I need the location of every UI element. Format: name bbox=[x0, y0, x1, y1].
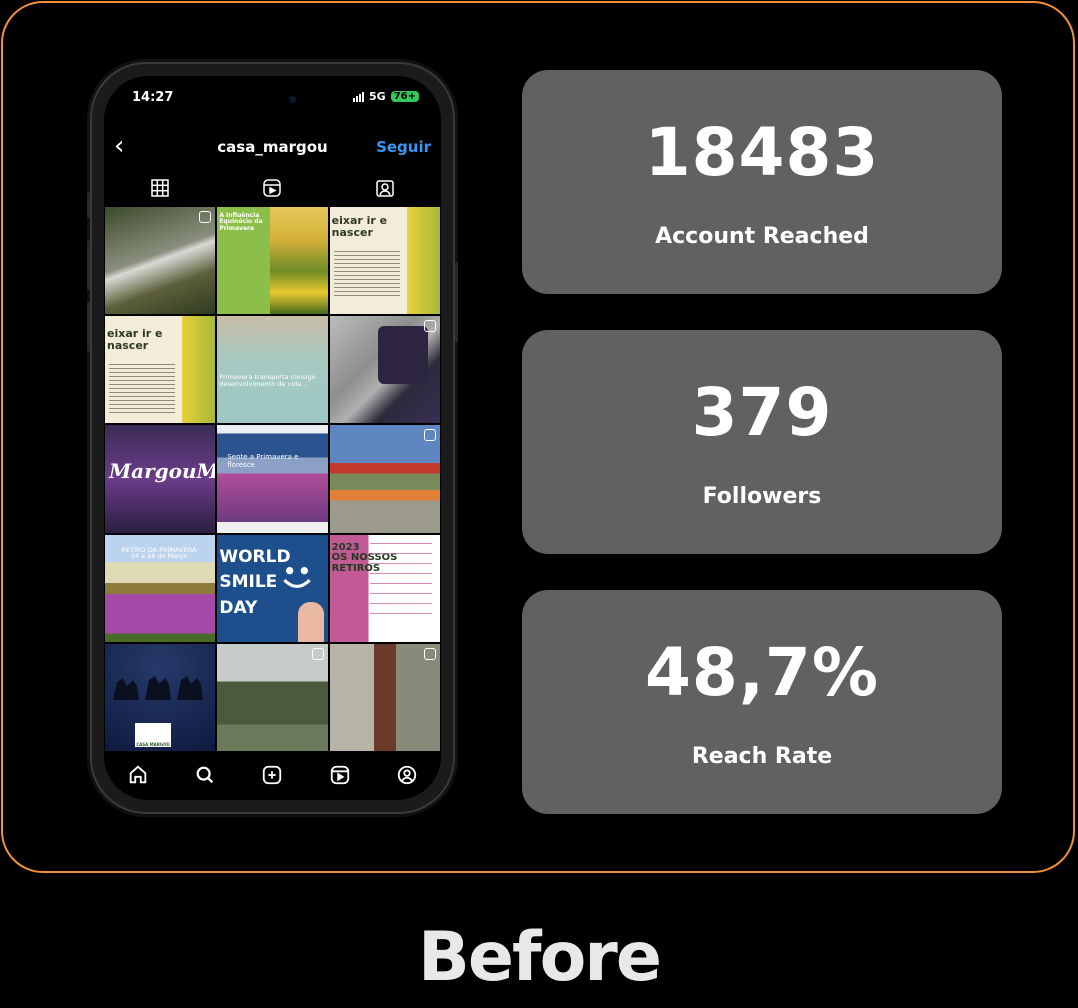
status-time: 14:27 bbox=[132, 90, 174, 105]
battery-icon: 76+ bbox=[390, 91, 419, 102]
post-caption: RETIRO DA PRIMAVERA 24 a 26 de Março bbox=[121, 545, 197, 561]
tagged-tab-icon[interactable] bbox=[375, 178, 395, 198]
post-tile[interactable]: Primavera transporta consigo desenvolvim… bbox=[217, 316, 328, 424]
stat-card-reach-rate: 48,7% Reach Rate bbox=[522, 590, 1002, 814]
smiley-icon bbox=[282, 566, 311, 588]
stat-card-account-reached: 18483 Account Reached bbox=[522, 70, 1002, 294]
post-tile[interactable] bbox=[329, 425, 440, 533]
post-caption: A Influência Equinócio da Primavera bbox=[219, 212, 263, 232]
phone-volume-up bbox=[87, 240, 90, 290]
profile-icon[interactable] bbox=[396, 764, 418, 786]
post-tile[interactable]: Sente a Primavera e floresce bbox=[217, 425, 328, 533]
post-caption: Sente a Primavera e floresce bbox=[227, 453, 299, 469]
post-tile[interactable]: eixar ir e nascer bbox=[329, 207, 440, 315]
post-tile[interactable]: 2023 OS NOSSOS RETIROS bbox=[329, 534, 440, 642]
stat-value: 18483 bbox=[644, 114, 880, 191]
before-caption: Before bbox=[418, 918, 662, 997]
post-tile[interactable] bbox=[329, 643, 440, 751]
phone-screen: 14:27 5G 76+ ‹ casa_margou Seguir A Infl… bbox=[104, 76, 441, 800]
profile-header: ‹ casa_margou Seguir bbox=[104, 132, 441, 162]
post-tile[interactable] bbox=[105, 207, 216, 315]
post-caption: CASA MARGOU bbox=[136, 741, 170, 747]
home-icon[interactable] bbox=[127, 764, 149, 786]
phone-power-button bbox=[455, 262, 458, 342]
phone-mockup: 14:27 5G 76+ ‹ casa_margou Seguir A Infl… bbox=[87, 62, 458, 814]
front-camera bbox=[289, 96, 296, 103]
stat-card-followers: 379 Followers bbox=[522, 330, 1002, 554]
reel-icon bbox=[424, 429, 436, 442]
reels-icon[interactable] bbox=[329, 764, 351, 786]
camels-icon bbox=[113, 675, 203, 700]
profile-tabs bbox=[104, 176, 441, 200]
stat-label: Followers bbox=[702, 484, 822, 509]
post-caption: eixar ir e nascer bbox=[331, 214, 388, 239]
reels-tab-icon[interactable] bbox=[262, 178, 282, 198]
post-caption: eixar ir e nascer bbox=[107, 327, 163, 352]
signal-icon bbox=[353, 91, 365, 102]
search-icon[interactable] bbox=[194, 764, 216, 786]
reel-icon bbox=[424, 320, 436, 333]
network-label: 5G bbox=[369, 90, 386, 103]
stat-value: 48,7% bbox=[645, 634, 879, 711]
reel-icon bbox=[199, 211, 212, 223]
post-caption: Primavera transporta consigo desenvolvim… bbox=[219, 373, 316, 388]
post-tile[interactable] bbox=[217, 643, 328, 751]
post-tile[interactable]: eixar ir e nascer bbox=[105, 316, 216, 424]
phone-side-button bbox=[87, 192, 90, 218]
post-tile[interactable]: RETIRO DA PRIMAVERA 24 a 26 de Março bbox=[105, 534, 216, 642]
phone-volume-down bbox=[87, 302, 90, 352]
post-tile[interactable]: CASA MARGOU bbox=[105, 643, 216, 751]
new-post-icon[interactable] bbox=[261, 764, 283, 786]
reel-icon bbox=[311, 647, 324, 660]
bottom-navigation bbox=[104, 760, 441, 790]
grid-tab-icon[interactable] bbox=[150, 178, 170, 198]
posts-grid: A Influência Equinócio da Primavera eixa… bbox=[105, 207, 440, 751]
post-tile[interactable]: MargouM bbox=[105, 425, 216, 533]
stat-label: Reach Rate bbox=[691, 744, 833, 769]
follow-button[interactable]: Seguir bbox=[376, 138, 431, 156]
post-tile[interactable] bbox=[329, 316, 440, 424]
reel-icon bbox=[424, 647, 436, 660]
status-bar: 14:27 5G 76+ bbox=[104, 90, 441, 112]
stat-label: Account Reached bbox=[655, 224, 869, 249]
post-tile[interactable]: WORLD SMILE DAY bbox=[217, 534, 328, 642]
post-tile[interactable]: A Influência Equinócio da Primavera bbox=[217, 207, 328, 315]
post-caption: MargouM bbox=[109, 459, 216, 484]
stat-value: 379 bbox=[691, 374, 833, 451]
